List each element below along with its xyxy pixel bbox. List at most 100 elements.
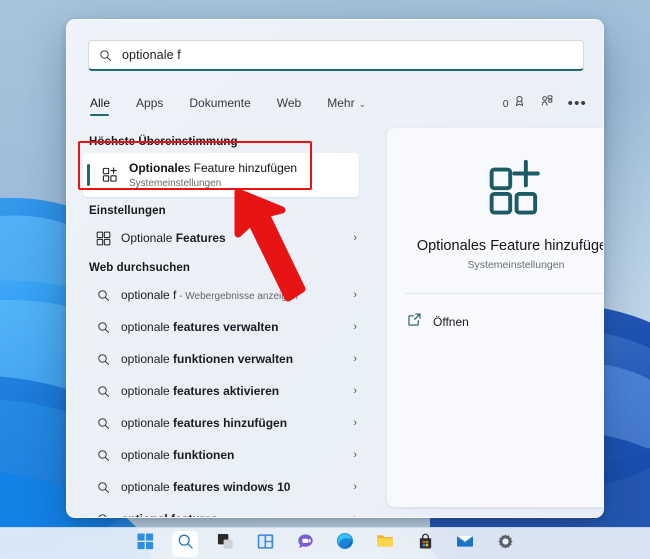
tab-apps[interactable]: Apps (123, 93, 176, 120)
windows-start-icon (137, 533, 154, 555)
search-icon (92, 289, 114, 302)
preview-title: Optionales Feature hinzufügen (417, 238, 604, 254)
chevron-right-icon: › (353, 385, 363, 397)
rewards-button[interactable]: 0 (503, 95, 526, 113)
tab-alle[interactable]: Alle (88, 93, 123, 120)
preview-card: Optionales Feature hinzufügen Systemeins… (387, 128, 604, 507)
search-icon (92, 385, 114, 398)
result-top-match[interactable]: Optionales Feature hinzufügen Systemeins… (83, 153, 359, 197)
section-heading-settings: Einstellungen (67, 197, 373, 222)
chevron-right-icon: › (353, 417, 363, 429)
search-icon (177, 533, 194, 555)
folder-icon (376, 532, 394, 555)
result-label: optionale funktionen (114, 448, 353, 462)
web-result-row-2[interactable]: optionale features verwalten › (83, 311, 363, 343)
medal-icon (513, 95, 526, 113)
search-icon (92, 481, 114, 494)
feedback-button[interactable] (540, 94, 554, 113)
chat-button[interactable] (292, 531, 318, 557)
preview-hero: Optionales Feature hinzufügen Systemeins… (387, 128, 604, 271)
preview-divider (405, 293, 604, 294)
web-result-row-4[interactable]: optionale features aktivieren › (83, 375, 363, 407)
search-icon (92, 353, 114, 366)
search-icon (92, 321, 114, 334)
chevron-right-icon: › (353, 353, 363, 365)
optional-features-icon (92, 231, 114, 246)
mail-envelope-icon (456, 532, 474, 555)
result-label: Optionale Features (114, 231, 353, 245)
result-label: optionale f - Webergebnisse anzeigen (114, 288, 353, 302)
feedback-person-icon (540, 94, 554, 113)
add-optional-feature-icon (487, 158, 545, 221)
result-label: optionale features verwalten (114, 320, 353, 334)
store-bag-icon (417, 533, 434, 555)
result-label: optionale features hinzufügen (114, 416, 353, 430)
result-label: optional features (114, 512, 353, 517)
section-heading-top-match: Höchste Übereinstimmung (67, 128, 373, 153)
task-view-icon (217, 533, 234, 555)
top-match-subtitle: Systemeinstellungen (129, 177, 297, 190)
more-options-button[interactable]: ••• (568, 100, 587, 108)
search-button[interactable] (172, 531, 198, 557)
search-icon (92, 513, 114, 518)
result-label: optionale features windows 10 (114, 480, 353, 494)
chevron-right-icon: › (353, 481, 363, 493)
web-result-row-3[interactable]: optionale funktionen verwalten › (83, 343, 363, 375)
add-optional-feature-icon (99, 167, 121, 184)
search-icon (99, 49, 112, 62)
result-optionale-features[interactable]: Optionale Features › (83, 222, 363, 254)
microsoft-store-button[interactable] (412, 531, 438, 557)
preview-column: Optionales Feature hinzufügen Systemeins… (379, 128, 603, 517)
search-input-value: optionale f (122, 48, 181, 62)
search-flyout-panel: optionale f Alle Apps Dokumente Web (66, 19, 604, 518)
web-result-row-7[interactable]: optionale features windows 10 › (83, 471, 363, 503)
top-match-title-rest: s Feature hinzufügen (184, 161, 297, 175)
preview-actions: Öffnen (387, 308, 604, 336)
search-input[interactable]: optionale f (88, 40, 584, 71)
rewards-count: 0 (503, 98, 509, 110)
search-icon (92, 449, 114, 462)
results-column: Höchste Übereinstimmung Optionales Featu… (67, 128, 373, 517)
tab-mehr[interactable]: Mehr⌄ (314, 93, 379, 120)
web-result-row-1[interactable]: optionale f - Webergebnisse anzeigen › (83, 279, 363, 311)
web-result-row-5[interactable]: optionale features hinzufügen › (83, 407, 363, 439)
widgets-icon (257, 533, 274, 555)
preview-action-open[interactable]: Öffnen (407, 308, 604, 336)
tab-web[interactable]: Web (264, 93, 314, 120)
preview-action-label: Öffnen (433, 315, 469, 329)
chevron-right-icon: › (353, 321, 363, 333)
edge-browser-button[interactable] (332, 531, 358, 557)
task-view-button[interactable] (212, 531, 238, 557)
settings-button[interactable] (492, 531, 518, 557)
search-box-row: optionale f (67, 20, 603, 88)
taskbar (0, 527, 650, 559)
result-label: optionale features aktivieren (114, 384, 353, 398)
file-explorer-button[interactable] (372, 531, 398, 557)
chevron-right-icon: › (353, 449, 363, 461)
preview-subtitle: Systemeinstellungen (468, 259, 565, 271)
web-result-row-6[interactable]: optionale funktionen › (83, 439, 363, 471)
chevron-down-icon: ⌄ (359, 99, 367, 109)
chat-teams-icon (297, 533, 314, 555)
web-result-row-8[interactable]: optional features › (83, 503, 363, 517)
search-panel-surface: optionale f Alle Apps Dokumente Web (67, 20, 603, 517)
chevron-right-icon: › (353, 232, 363, 244)
tab-dokumente[interactable]: Dokumente (176, 93, 263, 120)
open-external-icon (407, 312, 422, 332)
search-tabbar: Alle Apps Dokumente Web Mehr⌄ (88, 93, 587, 126)
mail-button[interactable] (452, 531, 478, 557)
desktop: optionale f Alle Apps Dokumente Web (0, 0, 650, 559)
result-label: optionale funktionen verwalten (114, 352, 353, 366)
chevron-right-icon: › (353, 513, 363, 517)
widgets-button[interactable] (252, 531, 278, 557)
tabbar-actions: 0 (503, 94, 587, 113)
top-match-title: Optionales Feature hinzufügen (129, 161, 297, 176)
search-icon (92, 417, 114, 430)
gear-icon (497, 533, 514, 555)
top-match-text: Optionales Feature hinzufügen Systemeins… (121, 161, 297, 190)
ellipsis-icon: ••• (568, 100, 587, 108)
section-heading-web: Web durchsuchen (67, 254, 373, 279)
edge-browser-icon (336, 532, 354, 555)
start-button[interactable] (132, 531, 158, 557)
top-match-title-bold: Optionale (129, 161, 184, 175)
